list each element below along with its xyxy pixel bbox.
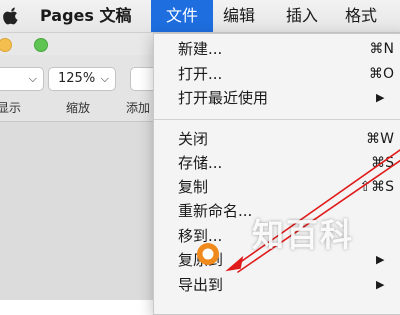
minimize-button[interactable] [0, 38, 12, 52]
menu-item-open-recent[interactable]: 打开最近使用 ▶ [154, 87, 400, 109]
menu-item-export-to[interactable]: 导出到 ▶ [154, 274, 400, 296]
menu-item-label: 复制 [178, 178, 209, 196]
menu-item-shortcut: ⌘O [368, 66, 394, 82]
view-button[interactable]: ⌵ [0, 67, 44, 91]
add-label: 添加 [126, 101, 151, 115]
zoom-select[interactable]: 125% ⌵ [48, 67, 116, 91]
menu-item-label: 导出到 [178, 276, 224, 294]
chevron-down-icon: ⌵ [28, 72, 37, 85]
submenu-arrow-icon: ▶ [376, 91, 385, 104]
view-label: 显示 [0, 101, 22, 115]
apple-icon[interactable] [3, 7, 20, 25]
submenu-arrow-icon: ▶ [376, 253, 385, 266]
menu-item-label: 存储... [178, 154, 223, 172]
menu-format[interactable]: 格式 [345, 0, 377, 32]
menu-item-shortcut: ⇧⌘S [359, 179, 394, 195]
menu-bar: Pages 文稿 文件 编辑 插入 格式 [0, 0, 400, 33]
file-menu-dropdown: 新建... ⌘N 打开... ⌘O 打开最近使用 ▶ 关闭 ⌘W 存储... ⌘… [153, 33, 400, 315]
menu-item-label: 打开最近使用 [178, 89, 269, 107]
menu-item-new[interactable]: 新建... ⌘N [154, 38, 400, 60]
chevron-down-icon: ⌵ [100, 72, 109, 85]
menu-item-label: 打开... [178, 65, 223, 83]
menu-item-shortcut: ⌘W [366, 131, 394, 147]
menu-file[interactable]: 文件 [151, 0, 213, 32]
menu-separator [154, 119, 400, 120]
menu-item-label: 重新命名... [178, 202, 253, 220]
zoom-label: 缩放 [66, 101, 91, 115]
menu-item-label: 复原到 [178, 251, 224, 269]
menu-insert[interactable]: 插入 [286, 0, 318, 32]
menu-item-label: 新建... [178, 40, 223, 58]
menu-item-shortcut: ⌘N [369, 41, 394, 57]
watermark-text: 知百科 [252, 216, 355, 254]
menu-item-duplicate[interactable]: 复制 ⇧⌘S [154, 176, 400, 198]
menu-item-label: 移到... [178, 227, 223, 245]
menu-item-label: 关闭 [178, 130, 209, 148]
zoom-value: 125% [58, 71, 96, 86]
menu-edit[interactable]: 编辑 [223, 0, 255, 32]
zoom-window-button[interactable] [34, 38, 48, 52]
menu-item-open[interactable]: 打开... ⌘O [154, 63, 400, 85]
app-name-menu[interactable]: Pages 文稿 [40, 0, 132, 32]
menu-item-shortcut: ⌘S [371, 155, 394, 171]
menu-item-close[interactable]: 关闭 ⌘W [154, 128, 400, 150]
menu-item-save[interactable]: 存储... ⌘S [154, 152, 400, 174]
submenu-arrow-icon: ▶ [376, 278, 385, 291]
